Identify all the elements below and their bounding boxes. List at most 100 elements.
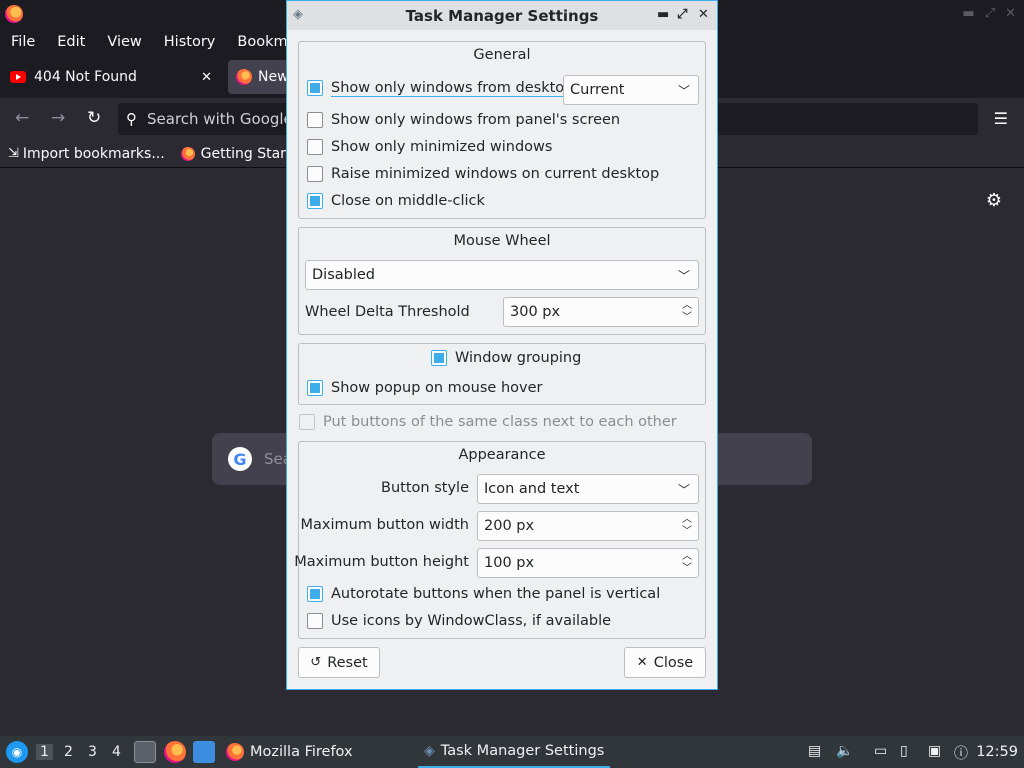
firefox-icon [236,69,252,85]
volume-icon[interactable]: 🔈 [836,743,853,759]
checkbox-label: Put buttons of the same class next to ea… [323,414,677,430]
reload-icon[interactable]: ↻ [87,108,101,128]
mouse-wheel-group: Mouse Wheel Disabled ﹀ Wheel Delta Thres… [298,227,706,335]
maximize-icon[interactable]: ⤢ [677,7,687,22]
undo-icon: ↺ [310,655,322,670]
mouse-wheel-select[interactable]: Disabled ﹀ [305,260,699,290]
firefox-launcher-icon[interactable] [164,741,186,763]
gear-icon[interactable]: ⚙ [986,190,1002,211]
spinbox-value: 200 px [484,518,535,534]
show-only-minimized-checkbox[interactable]: Show only minimized windows [307,139,552,155]
window-tray-icon[interactable]: ▭ [874,743,887,759]
checkbox-checked[interactable] [431,350,447,366]
app-icon: ◈ [293,7,303,22]
popup-hover-checkbox[interactable]: Show popup on mouse hover [307,380,542,396]
checkbox-label: Show only windows from panel's screen [331,112,621,128]
menu-history[interactable]: History [153,34,227,50]
file-manager-icon[interactable] [134,741,156,763]
checkbox-label: Show popup on mouse hover [331,380,543,396]
clock[interactable]: 12:59 [976,744,1018,760]
desktop-3[interactable]: 3 [88,744,97,760]
close-tab-icon[interactable]: ✕ [201,70,212,85]
dialog-titlebar[interactable]: ◈ Task Manager Settings ▬ ⤢ ✕ [287,1,717,30]
checkbox-label: Raise minimized windows on current deskt… [331,166,660,182]
minimize-icon[interactable]: ▬ [962,6,974,21]
max-width-spinbox[interactable]: 200 px ︿ ﹀ [477,511,699,541]
start-menu-icon[interactable]: ◉ [6,741,28,763]
checkbox-checked[interactable] [307,80,323,96]
mouse-wheel-select-value: Disabled [312,267,375,283]
use-icons-checkbox[interactable]: Use icons by WindowClass, if available [307,613,611,629]
firefox-icon [226,743,244,761]
checkbox-disabled[interactable] [299,414,315,430]
import-icon: ⇲ [8,146,19,161]
spin-arrows-icon[interactable]: ︿ ﹀ [682,514,692,538]
checkbox-label: Close on middle-click [331,193,485,209]
reset-button[interactable]: ↺ Reset [298,647,380,678]
maximize-icon[interactable]: ⤢ [985,6,995,21]
task-label: Task Manager Settings [440,743,605,759]
bookmark-label: Getting Start [200,145,292,162]
desktop-select[interactable]: Current ﹀ [563,75,699,105]
bookmark-getting-started[interactable]: Getting Start [173,146,300,162]
back-icon[interactable]: ← [15,108,29,128]
tab-label: New [258,69,289,85]
same-class-checkbox[interactable]: Put buttons of the same class next to ea… [299,414,677,430]
search-icon: ⚲ [126,110,137,128]
close-icon[interactable]: ✕ [698,7,709,22]
dialog-title: Task Manager Settings [405,6,599,25]
firefox-icon [180,146,195,161]
bookmark-import[interactable]: ⇲ Import bookmarks... [0,146,173,162]
wheel-threshold-spinbox[interactable]: 300 px ︿ ﹀ [503,297,699,327]
tab-404-not-found[interactable]: 404 Not Found ✕ [2,60,222,94]
chevron-down-icon: ﹀ [677,269,690,283]
close-icon[interactable]: ✕ [1005,6,1016,21]
mouse-wheel-title: Mouse Wheel [453,233,551,249]
autorotate-checkbox[interactable]: Autorotate buttons when the panel is ver… [307,586,660,602]
close-middle-click-checkbox[interactable]: Close on middle-click [307,193,485,209]
menu-edit[interactable]: Edit [46,34,96,50]
general-group: General Show only windows from desktop C… [298,41,706,219]
checkbox-unchecked[interactable] [307,613,323,629]
menu-view[interactable]: View [96,34,152,50]
checkbox-unchecked[interactable] [307,112,323,128]
spin-arrows-icon[interactable]: ︿ ﹀ [682,300,692,324]
show-only-desktop-checkbox[interactable]: Show only windows from desktop [307,80,573,96]
checkbox-label: Window grouping [455,350,582,366]
minimize-icon[interactable]: ▬ [657,7,669,22]
button-style-select[interactable]: Icon and text ﹀ [477,474,699,504]
checkbox-label: Show only windows from desktop [331,80,574,96]
notification-icon[interactable]: ⓘ [954,743,968,763]
checkbox-checked[interactable] [307,193,323,209]
storage-tray-icon[interactable]: ▤ [808,743,821,759]
reset-label: Reset [327,654,368,671]
task-manager-settings-dialog: ◈ Task Manager Settings ▬ ⤢ ✕ General Sh… [286,0,718,690]
show-only-panel-screen-checkbox[interactable]: Show only windows from panel's screen [307,112,620,128]
window-grouping-checkbox[interactable]: Window grouping [431,350,581,366]
task-task-manager-settings[interactable]: ◈ Task Manager Settings [418,736,611,768]
max-height-spinbox[interactable]: 100 px ︿ ﹀ [477,548,699,578]
close-icon: ✕ [636,655,648,670]
hamburger-menu-icon[interactable]: ☰ [994,109,1008,128]
checkbox-unchecked[interactable] [307,139,323,155]
desktop-2[interactable]: 2 [64,744,73,760]
checkbox-checked[interactable] [307,586,323,602]
desktop-4[interactable]: 4 [112,744,121,760]
raise-minimized-checkbox[interactable]: Raise minimized windows on current deskt… [307,166,659,182]
close-button[interactable]: ✕ Close [624,647,706,678]
checkbox-checked[interactable] [307,380,323,396]
forward-icon[interactable]: → [51,108,65,128]
show-desktop-icon[interactable] [193,741,215,763]
desktop-1[interactable]: 1 [36,744,53,760]
checkbox-label: Show only minimized windows [331,139,553,155]
appearance-title: Appearance [458,447,546,463]
network-icon[interactable]: ▣ [928,743,941,759]
spin-arrows-icon[interactable]: ︿ ﹀ [682,551,692,575]
button-style-label: Button style [381,480,469,496]
task-mozilla-firefox[interactable]: Mozilla Firefox [226,736,353,768]
chevron-down-icon: ﹀ [677,84,690,98]
checkbox-unchecked[interactable] [307,166,323,182]
menu-file[interactable]: File [0,34,46,50]
spinbox-value: 300 px [510,304,561,320]
clipboard-icon[interactable]: ▯ [900,743,908,759]
